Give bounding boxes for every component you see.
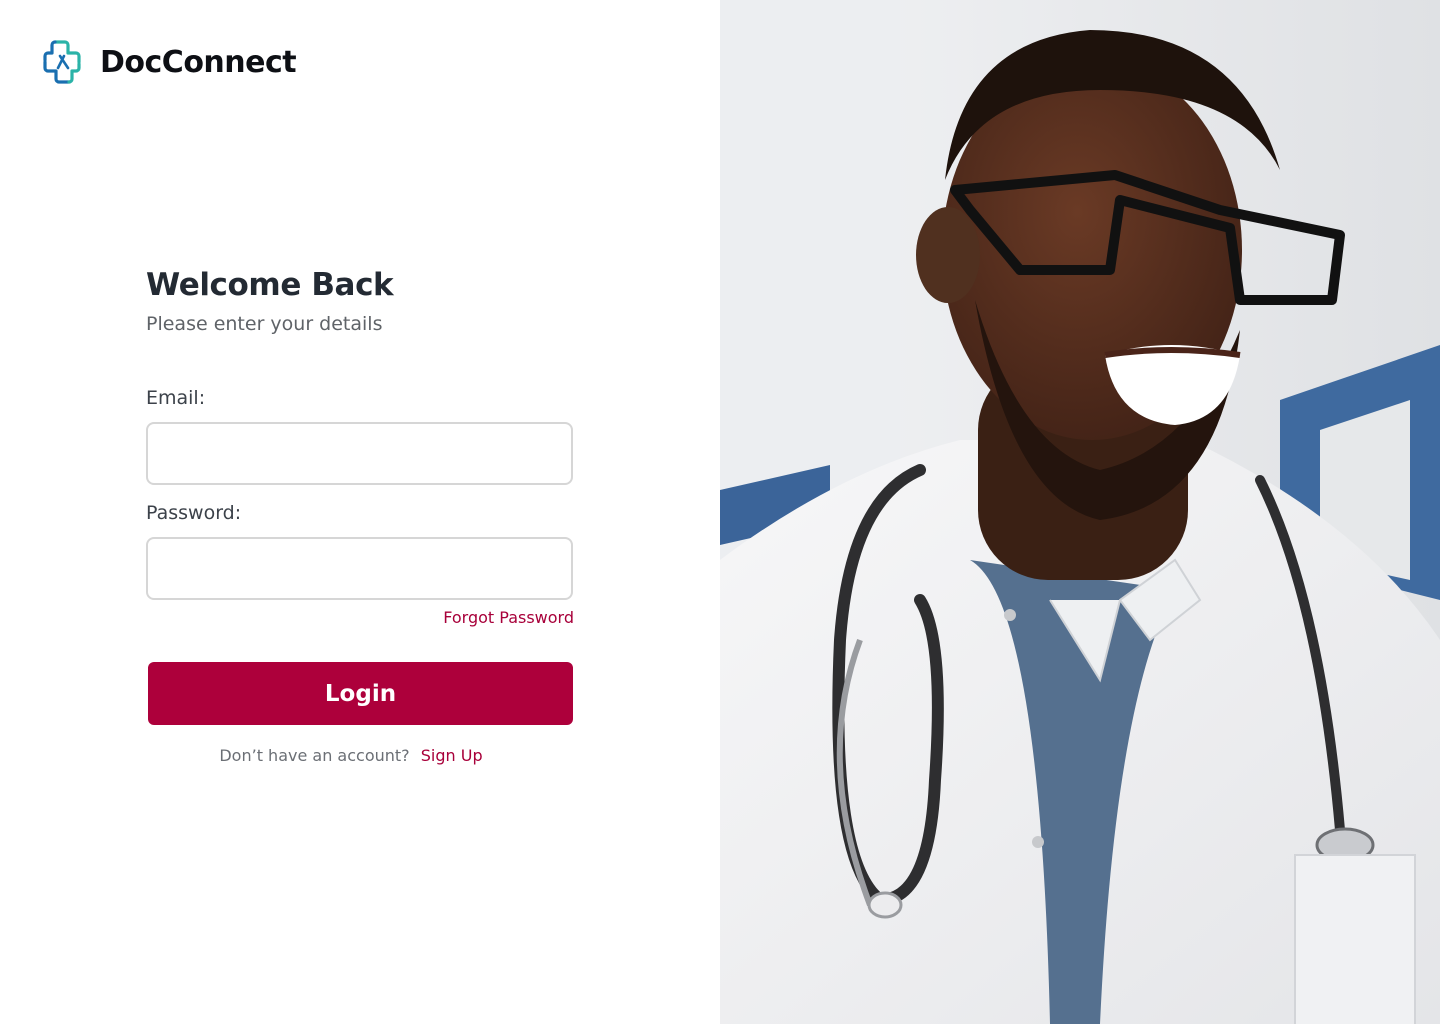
- login-form: Welcome Back Please enter your details E…: [146, 264, 574, 767]
- password-field[interactable]: [146, 537, 573, 600]
- hero-image: [720, 0, 1440, 1024]
- password-label: Password:: [146, 502, 242, 524]
- login-page: DocConnect Welcome Back Please enter you…: [0, 0, 1440, 1024]
- signup-link[interactable]: Sign Up: [421, 746, 483, 765]
- forgot-password-row: Forgot Password: [146, 608, 574, 628]
- login-button[interactable]: Login: [148, 662, 573, 725]
- medical-cross-icon: [38, 38, 86, 86]
- email-label: Email:: [146, 387, 206, 409]
- page-subtitle: Please enter your details: [146, 313, 383, 335]
- brand-logo[interactable]: DocConnect: [38, 38, 297, 86]
- page-title: Welcome Back: [146, 267, 394, 303]
- forgot-password-link[interactable]: Forgot Password: [443, 608, 574, 627]
- signup-prompt: Don’t have an account?: [219, 746, 410, 765]
- signup-row: Don’t have an account? Sign Up: [146, 745, 574, 767]
- doctor-photo: [720, 0, 1440, 1024]
- email-field[interactable]: [146, 422, 573, 485]
- login-panel: DocConnect Welcome Back Please enter you…: [0, 0, 720, 1024]
- brand-name: DocConnect: [100, 44, 297, 80]
